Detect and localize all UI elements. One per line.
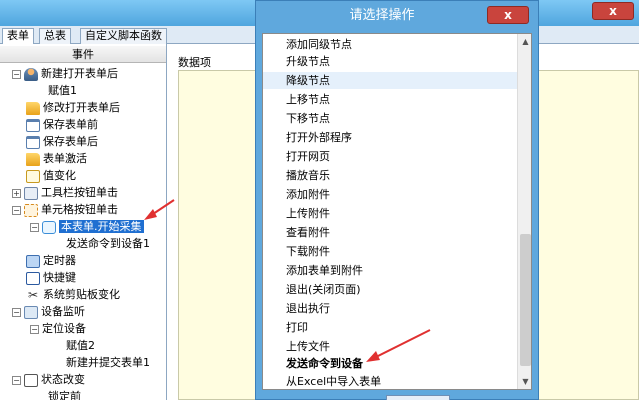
tree-node-label: 单元格按钮单击 bbox=[41, 203, 118, 216]
list-item[interactable]: 上传附件 bbox=[263, 205, 517, 222]
expand-icon[interactable]: + bbox=[12, 188, 21, 198]
close-icon: x bbox=[504, 8, 512, 22]
edit-icon bbox=[26, 169, 40, 183]
shortcut-icon bbox=[26, 271, 40, 285]
scissors-icon: ✂ bbox=[27, 287, 39, 302]
tab-form[interactable]: 表单 bbox=[2, 28, 34, 45]
collapse-icon[interactable]: − bbox=[12, 205, 21, 215]
bubble-icon bbox=[42, 220, 56, 234]
tree-node-label: 定位设备 bbox=[42, 322, 86, 335]
list-item[interactable]: 查看附件 bbox=[263, 224, 517, 241]
dialog-button-edge[interactable] bbox=[386, 395, 450, 400]
list-item[interactable]: 上移节点 bbox=[263, 91, 517, 108]
tree-node-clipboard-change[interactable]: ✂ 系统剪贴板变化 bbox=[26, 286, 120, 303]
user-icon bbox=[24, 67, 38, 81]
collapse-icon[interactable]: − bbox=[12, 307, 21, 317]
tree-node-label: 新建并提交表单1 bbox=[66, 356, 150, 369]
tree-node-shortcut[interactable]: 快捷键 bbox=[26, 269, 76, 286]
document-icon bbox=[26, 135, 40, 149]
list-item[interactable]: 打开网页 bbox=[263, 148, 517, 165]
list-item[interactable]: 从Excel中导入表单 bbox=[263, 373, 517, 389]
tree-node-label: 锁定前 bbox=[48, 390, 81, 400]
list-item[interactable]: 升级节点 bbox=[263, 53, 517, 70]
collapse-icon[interactable]: − bbox=[30, 324, 39, 334]
tree-node-label: 设备监听 bbox=[41, 305, 85, 318]
list-item[interactable]: 播放音乐 bbox=[263, 167, 517, 184]
data-item-label: 数据项 bbox=[178, 56, 211, 69]
scroll-down-icon[interactable]: ▼ bbox=[518, 374, 531, 389]
annotation-arrow-icon bbox=[366, 329, 431, 362]
collapse-icon[interactable]: − bbox=[12, 69, 21, 79]
tab-custom-script[interactable]: 自定义脚本函数 bbox=[80, 28, 167, 44]
annotation-arrow-icon bbox=[144, 199, 175, 220]
tree-node-after-save[interactable]: 保存表单后 bbox=[26, 133, 98, 150]
folder-icon bbox=[26, 152, 40, 166]
tree-node-toolbar-click[interactable]: + 工具栏按钮单击 bbox=[12, 184, 118, 201]
tree-node-timer[interactable]: 定时器 bbox=[26, 252, 76, 269]
tree-node-label: 保存表单后 bbox=[43, 135, 98, 148]
tree-node-send-command1[interactable]: 发送命令到设备1 bbox=[66, 235, 150, 252]
list-item[interactable]: 打开外部程序 bbox=[263, 129, 517, 146]
tree-node-new-open[interactable]: − 新建打开表单后 bbox=[12, 65, 118, 82]
tree-node-label: 状态改变 bbox=[41, 373, 85, 386]
tree-node-label: 快捷键 bbox=[43, 271, 76, 284]
tree-node-start-collect[interactable]: − 本表单.开始采集 bbox=[30, 218, 144, 235]
tree-node-label: 赋值2 bbox=[66, 339, 95, 352]
tree-node-device-listen[interactable]: − 设备监听 bbox=[12, 303, 85, 320]
toolbar-icon bbox=[24, 186, 38, 200]
collapse-icon[interactable]: − bbox=[30, 222, 39, 232]
list-scrollbar[interactable]: ▲ ▼ bbox=[517, 34, 531, 389]
main-close-button[interactable]: x bbox=[592, 2, 634, 20]
tree-node-label: 定时器 bbox=[43, 254, 76, 267]
tree-node-value-change[interactable]: 值变化 bbox=[26, 167, 76, 184]
list-item[interactable]: 添加同级节点 bbox=[263, 36, 517, 53]
monitor-icon bbox=[24, 305, 38, 319]
scroll-up-icon[interactable]: ▲ bbox=[518, 34, 531, 49]
tree-node-status-change[interactable]: − 状态改变 bbox=[12, 371, 85, 388]
tree-node-locate-device[interactable]: − 定位设备 bbox=[30, 320, 86, 337]
status-icon bbox=[24, 373, 38, 387]
tree-node-label: 修改打开表单后 bbox=[43, 101, 120, 114]
tree-node-edit-open[interactable]: 修改打开表单后 bbox=[26, 99, 120, 116]
folder-icon bbox=[26, 101, 40, 115]
tree-node-label: 赋值1 bbox=[48, 84, 77, 97]
right-data-area[interactable] bbox=[537, 70, 639, 400]
tree-node-before-lock[interactable]: 锁定前 bbox=[48, 388, 81, 400]
tree-node-label: 新建打开表单后 bbox=[41, 67, 118, 80]
tree-node-assign2[interactable]: 赋值2 bbox=[66, 337, 95, 354]
document-icon bbox=[26, 118, 40, 132]
data-item-panel: 数据项 bbox=[170, 44, 259, 400]
tree-node-cell-button-click[interactable]: − 单元格按钮单击 bbox=[12, 201, 118, 218]
list-item[interactable]: 下载附件 bbox=[263, 243, 517, 260]
tree-node-assign1[interactable]: 赋值1 bbox=[48, 82, 77, 99]
tab-summary[interactable]: 总表 bbox=[39, 28, 71, 44]
scroll-thumb[interactable] bbox=[520, 234, 531, 366]
collapse-icon[interactable]: − bbox=[12, 375, 21, 385]
tree-node-new-submit-form1[interactable]: 新建并提交表单1 bbox=[66, 354, 150, 371]
timer-icon bbox=[26, 254, 40, 268]
list-item[interactable]: 退出执行 bbox=[263, 300, 517, 317]
data-item-area[interactable] bbox=[178, 70, 259, 400]
dialog-close-button[interactable]: x bbox=[487, 6, 529, 24]
tree-header: 事件 bbox=[0, 46, 166, 63]
tree-node-label: 值变化 bbox=[43, 169, 76, 182]
cell-icon bbox=[24, 203, 38, 217]
list-item[interactable]: 退出(关闭页面) bbox=[263, 281, 517, 298]
tree-node-label: 系统剪贴板变化 bbox=[43, 288, 120, 301]
tree-node-label: 保存表单前 bbox=[43, 118, 98, 131]
tree-node-label: 本表单.开始采集 bbox=[59, 220, 144, 233]
tree-node-label: 发送命令到设备1 bbox=[66, 237, 150, 250]
tree-node-before-save[interactable]: 保存表单前 bbox=[26, 116, 98, 133]
tree-node-label: 表单激活 bbox=[43, 152, 87, 165]
list-item[interactable]: 添加表单到附件 bbox=[263, 262, 517, 279]
list-item[interactable]: 下移节点 bbox=[263, 110, 517, 127]
list-item[interactable]: 降级节点 bbox=[263, 72, 517, 89]
list-item[interactable]: 添加附件 bbox=[263, 186, 517, 203]
tree-node-label: 工具栏按钮单击 bbox=[41, 186, 118, 199]
close-icon: x bbox=[609, 4, 617, 18]
tree-node-form-activate[interactable]: 表单激活 bbox=[26, 150, 87, 167]
